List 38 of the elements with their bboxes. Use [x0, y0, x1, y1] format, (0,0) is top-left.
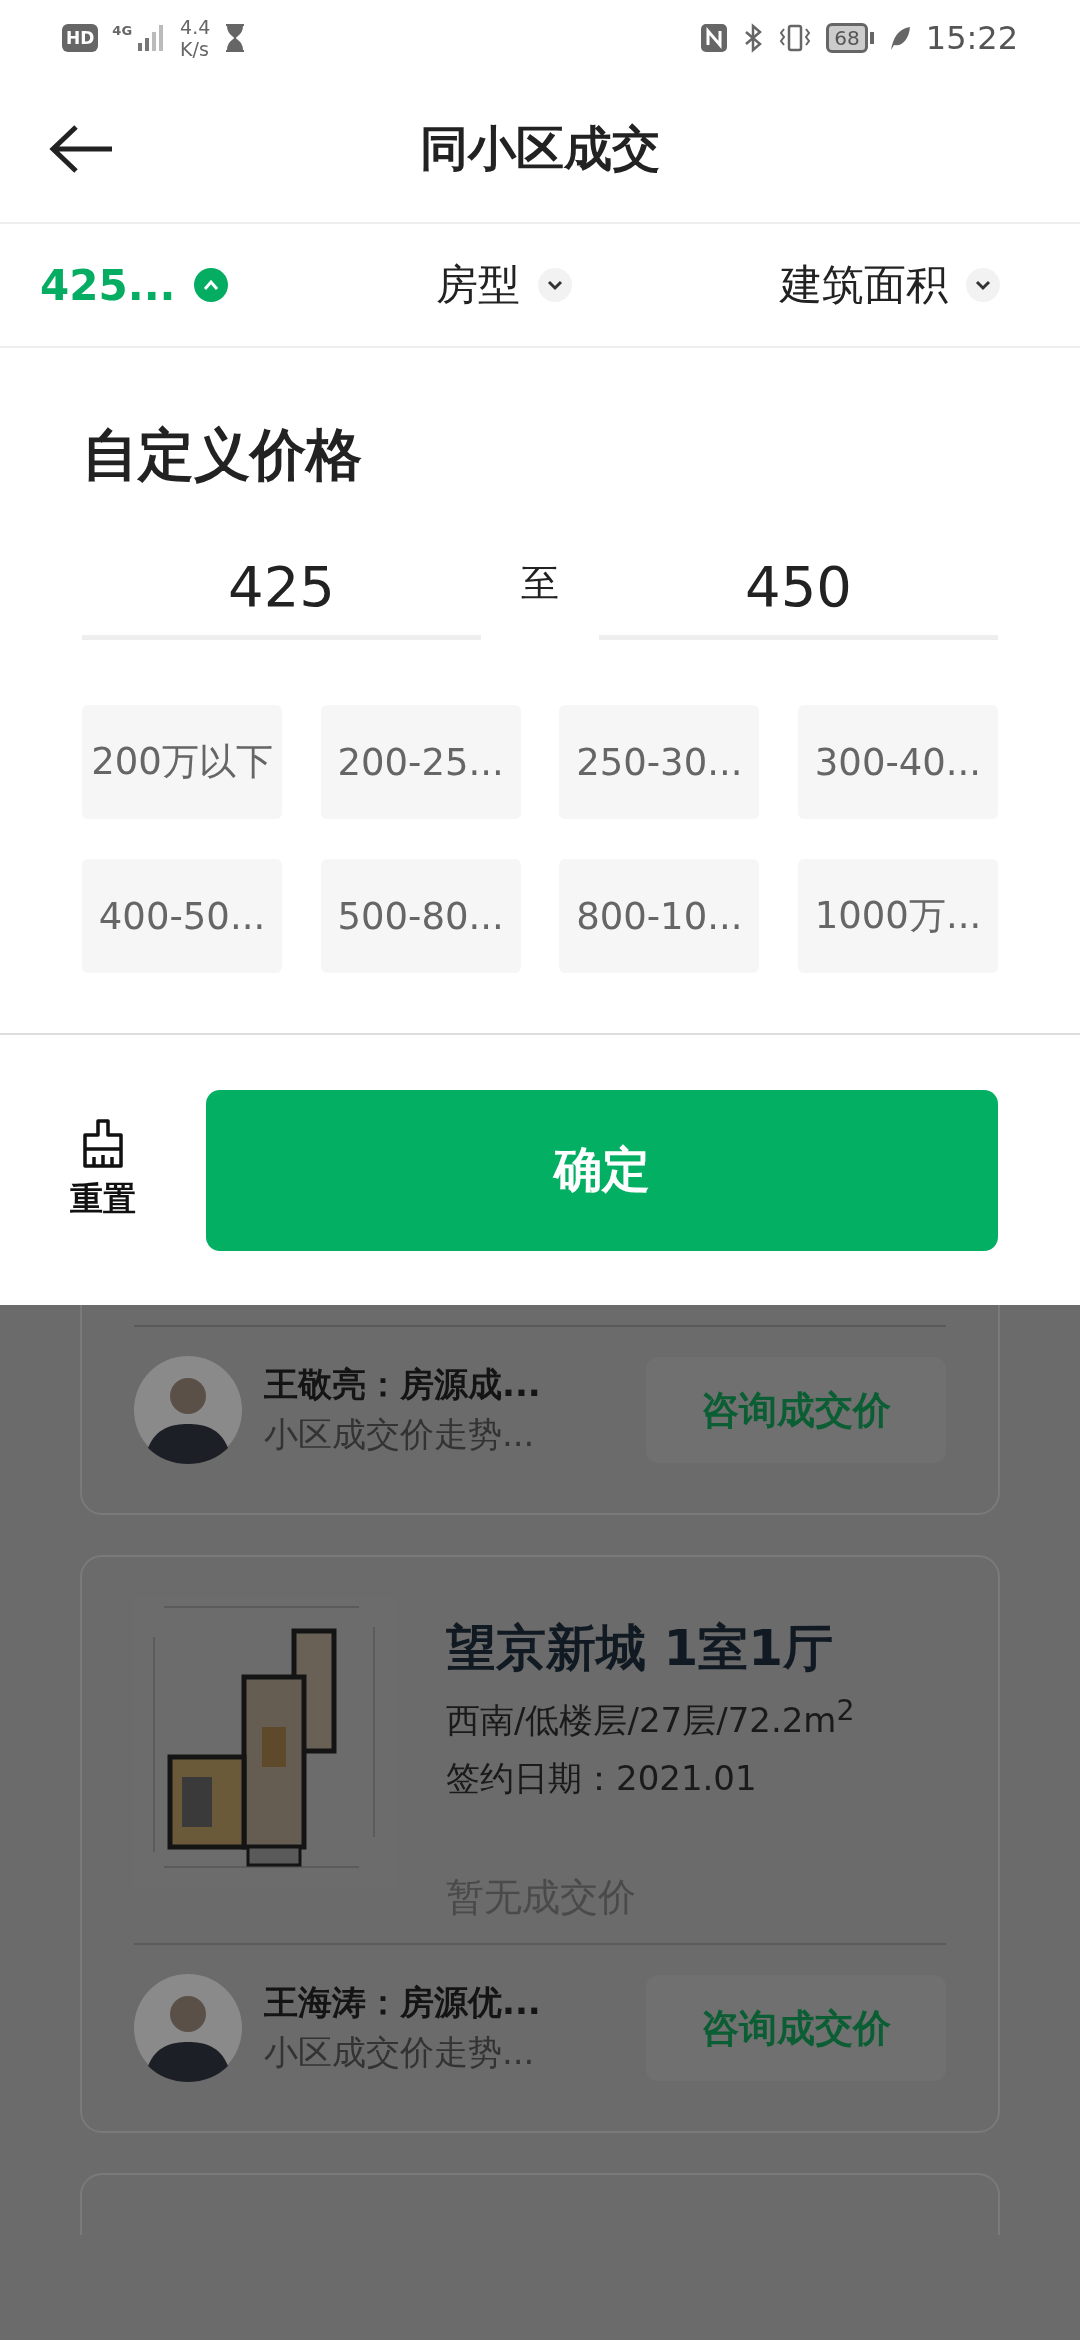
battery-level: 68 — [826, 22, 868, 53]
price-option[interactable]: 300-40... — [797, 705, 998, 819]
hourglass-icon — [224, 22, 247, 53]
price-option[interactable]: 400-50... — [82, 859, 282, 973]
listing-details: 西南/低楼层/27层/72.2m$^{2}$ — [446, 1694, 855, 1743]
network-label: 4G — [112, 22, 133, 38]
speed-value: 4.4 — [180, 15, 211, 38]
agent-note: 小区成交价走势... — [264, 1413, 536, 1456]
filter-tab[interactable]: 房型 — [435, 257, 572, 313]
price-option[interactable]: 1000万... — [797, 859, 998, 973]
page-title: 同小区成交 — [419, 118, 661, 178]
agent-note: 小区成交价走势... — [264, 2031, 536, 2075]
hd-badge: HD — [62, 23, 99, 52]
reset-button[interactable]: 重置 — [70, 1118, 136, 1222]
price-option[interactable]: 250-30... — [559, 705, 760, 819]
price-option[interactable]: 800-10... — [559, 859, 760, 973]
filter-tab[interactable]: 建筑面积 — [780, 257, 1000, 313]
range-separator: 至 — [521, 560, 559, 607]
chevron-down-icon — [537, 268, 572, 302]
agent-name: 王敬亮：房源成... — [264, 1363, 542, 1406]
brush-icon — [81, 1118, 125, 1169]
chevron-up-icon — [193, 268, 228, 302]
agent-name: 王海涛：房源优... — [264, 1981, 542, 2025]
max-price-field[interactable]: 450 — [599, 554, 998, 640]
chevron-down-icon — [966, 268, 1000, 302]
filter-tab[interactable]: 425... — [40, 260, 228, 310]
panel-title: 自定义价格 — [82, 421, 363, 489]
confirm-button[interactable]: 确定 — [206, 1089, 998, 1251]
min-price-field[interactable]: 425 — [82, 554, 481, 640]
price-option[interactable]: 500-80... — [320, 859, 521, 973]
speed-unit: K/s — [180, 37, 210, 60]
price-option[interactable]: 200-25... — [320, 705, 521, 819]
sign-date: 签约日期：2021.01 — [446, 1757, 758, 1801]
clock-time: 15:22 — [925, 18, 1018, 57]
vibrate-icon — [778, 22, 813, 53]
price-option[interactable]: 200万以下 — [82, 705, 282, 819]
listing-title: 望京新城 1室1厅 — [446, 1618, 834, 1679]
nfc-icon — [700, 22, 729, 53]
